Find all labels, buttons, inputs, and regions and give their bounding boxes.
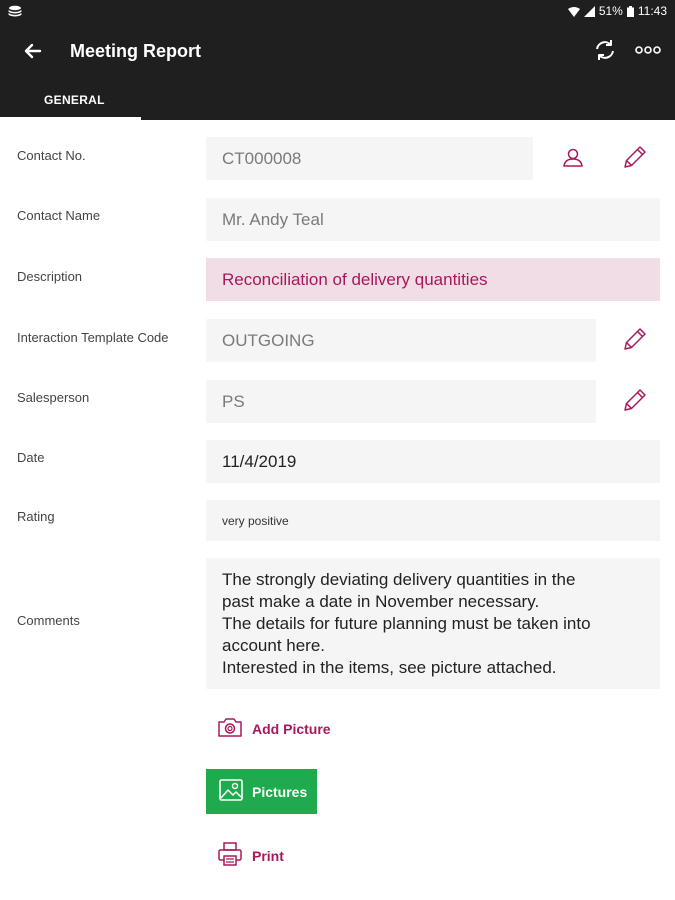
print-button[interactable]: Print <box>216 840 284 871</box>
contact-no-field[interactable]: CT000008 <box>206 137 533 180</box>
add-picture-label: Add Picture <box>252 720 331 737</box>
comment-line: The details for future planning must be … <box>222 614 591 633</box>
comment-line: past make a date in November necessary. <box>222 592 540 611</box>
storage-icon <box>8 5 22 20</box>
comment-line: The strongly deviating delivery quantiti… <box>222 570 576 589</box>
contact-no-label: Contact No. <box>17 148 86 163</box>
description-field[interactable]: Reconciliation of delivery quantities <box>206 258 660 301</box>
edit-contact-no-pencil-icon[interactable] <box>620 142 650 172</box>
more-options-icon[interactable] <box>634 37 662 63</box>
rating-field[interactable]: very positive <box>206 500 660 541</box>
printer-icon <box>216 840 244 871</box>
clock: 11:43 <box>637 4 667 18</box>
page-title: Meeting Report <box>70 41 202 61</box>
rating-label: Rating <box>17 509 55 524</box>
tab-general[interactable]: GENERAL <box>0 86 141 120</box>
status-bar: 51% 11:43 <box>0 0 675 24</box>
comments-field[interactable]: The strongly deviating delivery quantiti… <box>206 558 660 689</box>
contact-name-label: Contact Name <box>17 208 101 223</box>
comment-line: account here. <box>222 636 326 655</box>
signal-icon <box>583 5 595 17</box>
comments-label: Comments <box>17 613 80 628</box>
interaction-template-code-field[interactable]: OUTGOING <box>206 319 596 362</box>
contact-person-icon[interactable] <box>558 144 588 174</box>
pictures-button[interactable]: Pictures <box>206 769 317 814</box>
edit-salesperson-pencil-icon[interactable] <box>620 385 650 415</box>
date-label: Date <box>17 450 45 465</box>
tab-indicator <box>0 117 141 120</box>
date-field[interactable]: 11/4/2019 <box>206 440 660 483</box>
wifi-icon <box>567 6 580 17</box>
battery-icon <box>626 5 634 17</box>
interaction-template-code-label: Interaction Template Code <box>17 330 169 345</box>
back-arrow-icon[interactable] <box>20 38 46 64</box>
description-label: Description <box>17 269 83 284</box>
image-gallery-icon <box>218 777 244 806</box>
sync-icon[interactable] <box>592 37 618 63</box>
comment-line: Interested in the items, see picture att… <box>222 658 557 677</box>
salesperson-label: Salesperson <box>17 390 90 405</box>
comments-text: The strongly deviating delivery quantiti… <box>222 569 591 679</box>
edit-template-code-pencil-icon[interactable] <box>620 324 650 354</box>
print-label: Print <box>252 847 284 864</box>
tab-general-label: GENERAL <box>44 93 105 107</box>
salesperson-field[interactable]: PS <box>206 380 596 423</box>
pictures-label: Pictures <box>252 783 308 800</box>
add-picture-button[interactable]: Add Picture <box>216 714 331 743</box>
camera-icon <box>216 714 244 743</box>
app-bar: Meeting Report GENERAL <box>0 24 675 120</box>
battery-percent: 51% <box>598 4 623 18</box>
contact-name-field[interactable]: Mr. Andy Teal <box>206 198 660 241</box>
